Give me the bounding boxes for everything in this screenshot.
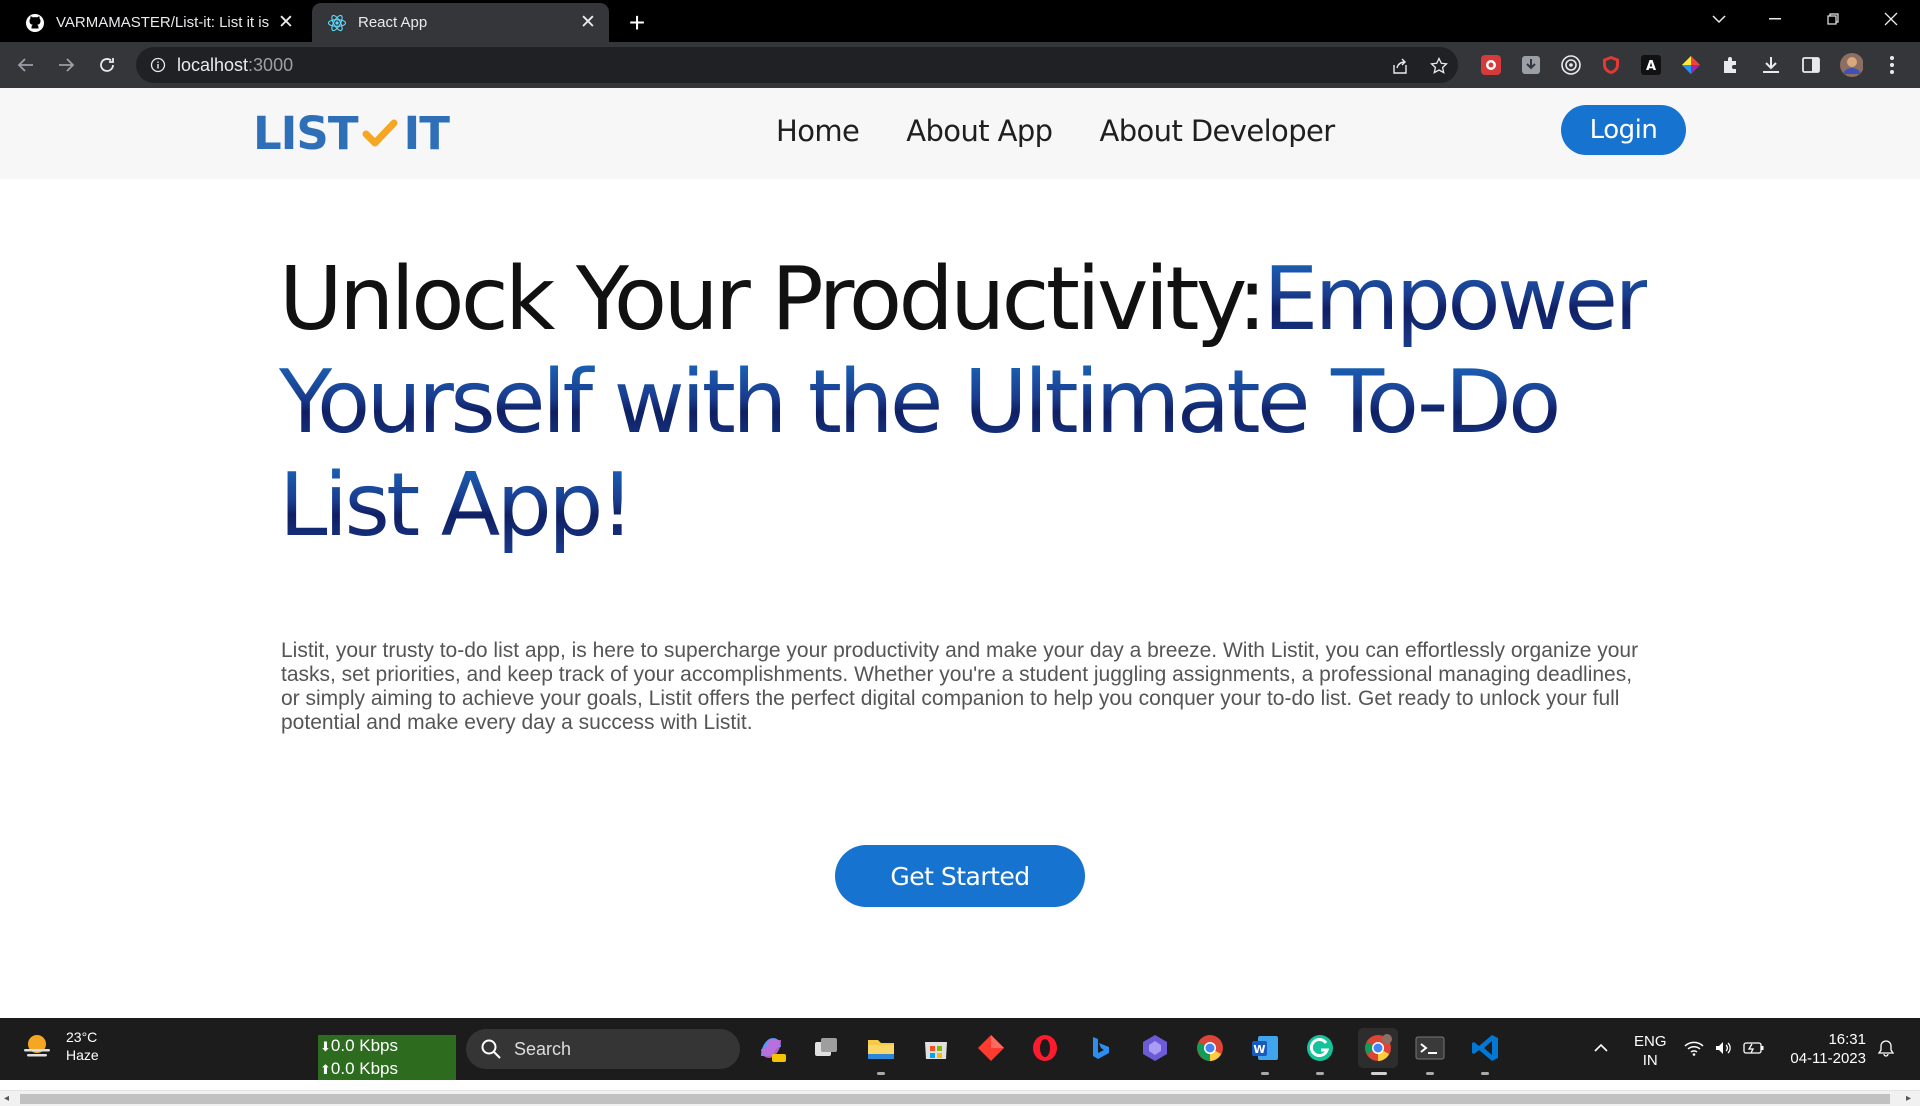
search-icon xyxy=(481,1039,501,1059)
terminal-icon[interactable] xyxy=(1413,1031,1447,1065)
extensions-puzzle-icon[interactable] xyxy=(1719,53,1743,77)
tab-github[interactable]: VARMAMASTER/List-it: List it is a ✕ xyxy=(10,3,307,42)
input-language-indicator[interactable]: ENG IN xyxy=(1634,1032,1667,1070)
upload-arrow-icon: ⬆ xyxy=(320,1062,331,1077)
horizontal-scrollbar[interactable]: ◂ ▸ xyxy=(0,1090,1920,1106)
net-up-speed: 0.0 Kbps xyxy=(330,1059,399,1078)
scroll-right-arrow-icon[interactable]: ▸ xyxy=(1906,1094,1916,1104)
bing-icon[interactable] xyxy=(1083,1031,1117,1065)
weather-widget[interactable]: 23°C Haze xyxy=(20,1028,99,1064)
net-down-speed: 0.0 Kbps xyxy=(330,1036,399,1055)
running-indicator xyxy=(1316,1072,1324,1075)
running-indicator xyxy=(1426,1072,1434,1075)
download-arrow-icon: ⬇ xyxy=(320,1039,331,1054)
task-view-icon[interactable] xyxy=(809,1031,843,1065)
chrome-menu-icon[interactable] xyxy=(1880,53,1904,77)
windows-taskbar: 23°C Haze ⬇0.0 Kbps ⬆0.0 Kbps Search W E… xyxy=(0,1018,1920,1080)
grammarly-icon[interactable] xyxy=(1303,1031,1337,1065)
extension-color-icon[interactable] xyxy=(1679,53,1703,77)
volume-icon[interactable] xyxy=(1710,1031,1738,1065)
vscode-icon[interactable] xyxy=(1468,1031,1502,1065)
restore-button[interactable] xyxy=(1808,0,1858,38)
logo-text-right: IT xyxy=(403,106,450,160)
extension-download-icon[interactable] xyxy=(1519,53,1543,77)
copilot-icon[interactable] xyxy=(754,1031,788,1065)
headline-part-1: Unlock Your Productivity: xyxy=(279,248,1267,350)
logo-text-left: LIST xyxy=(253,106,359,160)
close-tab-icon[interactable]: ✕ xyxy=(273,10,299,36)
scroll-left-arrow-icon[interactable]: ◂ xyxy=(4,1094,14,1104)
close-tab-icon[interactable]: ✕ xyxy=(575,10,601,36)
wifi-icon[interactable] xyxy=(1680,1031,1708,1065)
google-chrome-icon[interactable] xyxy=(1193,1031,1227,1065)
notifications-icon[interactable] xyxy=(1872,1031,1900,1065)
active-indicator xyxy=(1371,1072,1387,1075)
site-info-icon[interactable] xyxy=(150,57,166,73)
running-indicator xyxy=(877,1072,885,1075)
opera-browser-icon[interactable] xyxy=(1028,1031,1062,1065)
running-indicator xyxy=(1261,1072,1269,1075)
back-button[interactable] xyxy=(10,49,42,81)
svg-text:A: A xyxy=(1646,59,1656,74)
red-diamond-app-icon[interactable] xyxy=(974,1031,1008,1065)
reload-button[interactable] xyxy=(91,49,123,81)
browser-tab-bar: VARMAMASTER/List-it: List it is a ✕ Reac… xyxy=(0,0,1920,42)
checkmark-icon xyxy=(362,119,398,147)
tab-search-icon[interactable] xyxy=(1694,0,1744,38)
get-started-button[interactable]: Get Started xyxy=(835,845,1085,907)
extension-shield-icon[interactable] xyxy=(1599,53,1623,77)
taskbar-search[interactable]: Search xyxy=(466,1029,740,1069)
system-clock[interactable]: 16:31 04-11-2023 xyxy=(1786,1030,1866,1068)
forward-button[interactable] xyxy=(50,49,82,81)
minimize-button[interactable] xyxy=(1750,0,1800,38)
browser-toolbar: localhost:3000 A xyxy=(0,42,1920,88)
weather-description: Haze xyxy=(66,1047,99,1063)
weather-temperature: 23°C xyxy=(66,1029,98,1045)
file-explorer-icon[interactable] xyxy=(864,1031,898,1065)
extension-red-icon[interactable] xyxy=(1479,53,1503,77)
hero-headline: Unlock Your Productivity:Empower Yoursel… xyxy=(279,248,1679,557)
microsoft-store-icon[interactable] xyxy=(919,1031,953,1065)
new-tab-button[interactable]: + xyxy=(620,6,654,40)
search-label: Search xyxy=(514,1038,572,1059)
nav-links: Home About App About Developer xyxy=(776,114,1335,148)
close-window-button[interactable] xyxy=(1866,0,1916,38)
show-hidden-icons-chevron-icon[interactable] xyxy=(1584,1031,1618,1065)
url-text: localhost:3000 xyxy=(177,55,294,75)
address-bar[interactable]: localhost:3000 xyxy=(136,47,1458,83)
haze-sun-icon xyxy=(24,1035,50,1057)
site-navbar: LIST IT Home About App About Developer L… xyxy=(0,88,1920,179)
react-icon xyxy=(327,13,347,33)
nav-link-about-developer[interactable]: About Developer xyxy=(1099,114,1335,148)
hero-description: Listit, your trusty to-do list app, is h… xyxy=(281,639,1639,734)
tab-title: VARMAMASTER/List-it: List it is a xyxy=(56,14,273,31)
extension-a-icon[interactable]: A xyxy=(1639,53,1663,77)
site-logo[interactable]: LIST IT xyxy=(253,106,450,160)
clock-date: 04-11-2023 xyxy=(1790,1050,1866,1067)
login-button[interactable]: Login xyxy=(1561,105,1686,155)
share-icon[interactable] xyxy=(1390,56,1410,76)
nav-link-about-app[interactable]: About App xyxy=(906,114,1053,148)
tab-title: React App xyxy=(358,14,428,31)
nav-link-home[interactable]: Home xyxy=(776,114,860,148)
profile-avatar-icon[interactable] xyxy=(1839,53,1863,77)
running-indicator xyxy=(1481,1072,1489,1075)
network-speed-widget: ⬇0.0 Kbps ⬆0.0 Kbps xyxy=(318,1035,456,1080)
scrollbar-thumb[interactable] xyxy=(20,1094,1890,1104)
microsoft-word-icon[interactable]: W xyxy=(1248,1031,1282,1065)
side-panel-icon[interactable] xyxy=(1799,53,1823,77)
github-icon xyxy=(25,13,45,33)
clock-time: 16:31 xyxy=(1828,1031,1866,1048)
downloads-icon[interactable] xyxy=(1759,53,1783,77)
bookmark-star-icon[interactable] xyxy=(1429,56,1449,76)
chrome-profile-icon[interactable] xyxy=(1358,1028,1398,1068)
extension-target-icon[interactable] xyxy=(1559,53,1583,77)
svg-text:W: W xyxy=(1253,1043,1265,1056)
web-page: LIST IT Home About App About Developer L… xyxy=(0,88,1920,1106)
battery-icon[interactable] xyxy=(1740,1031,1768,1065)
tab-react-app[interactable]: React App ✕ xyxy=(312,3,609,42)
edge-dev-icon[interactable] xyxy=(1138,1031,1172,1065)
